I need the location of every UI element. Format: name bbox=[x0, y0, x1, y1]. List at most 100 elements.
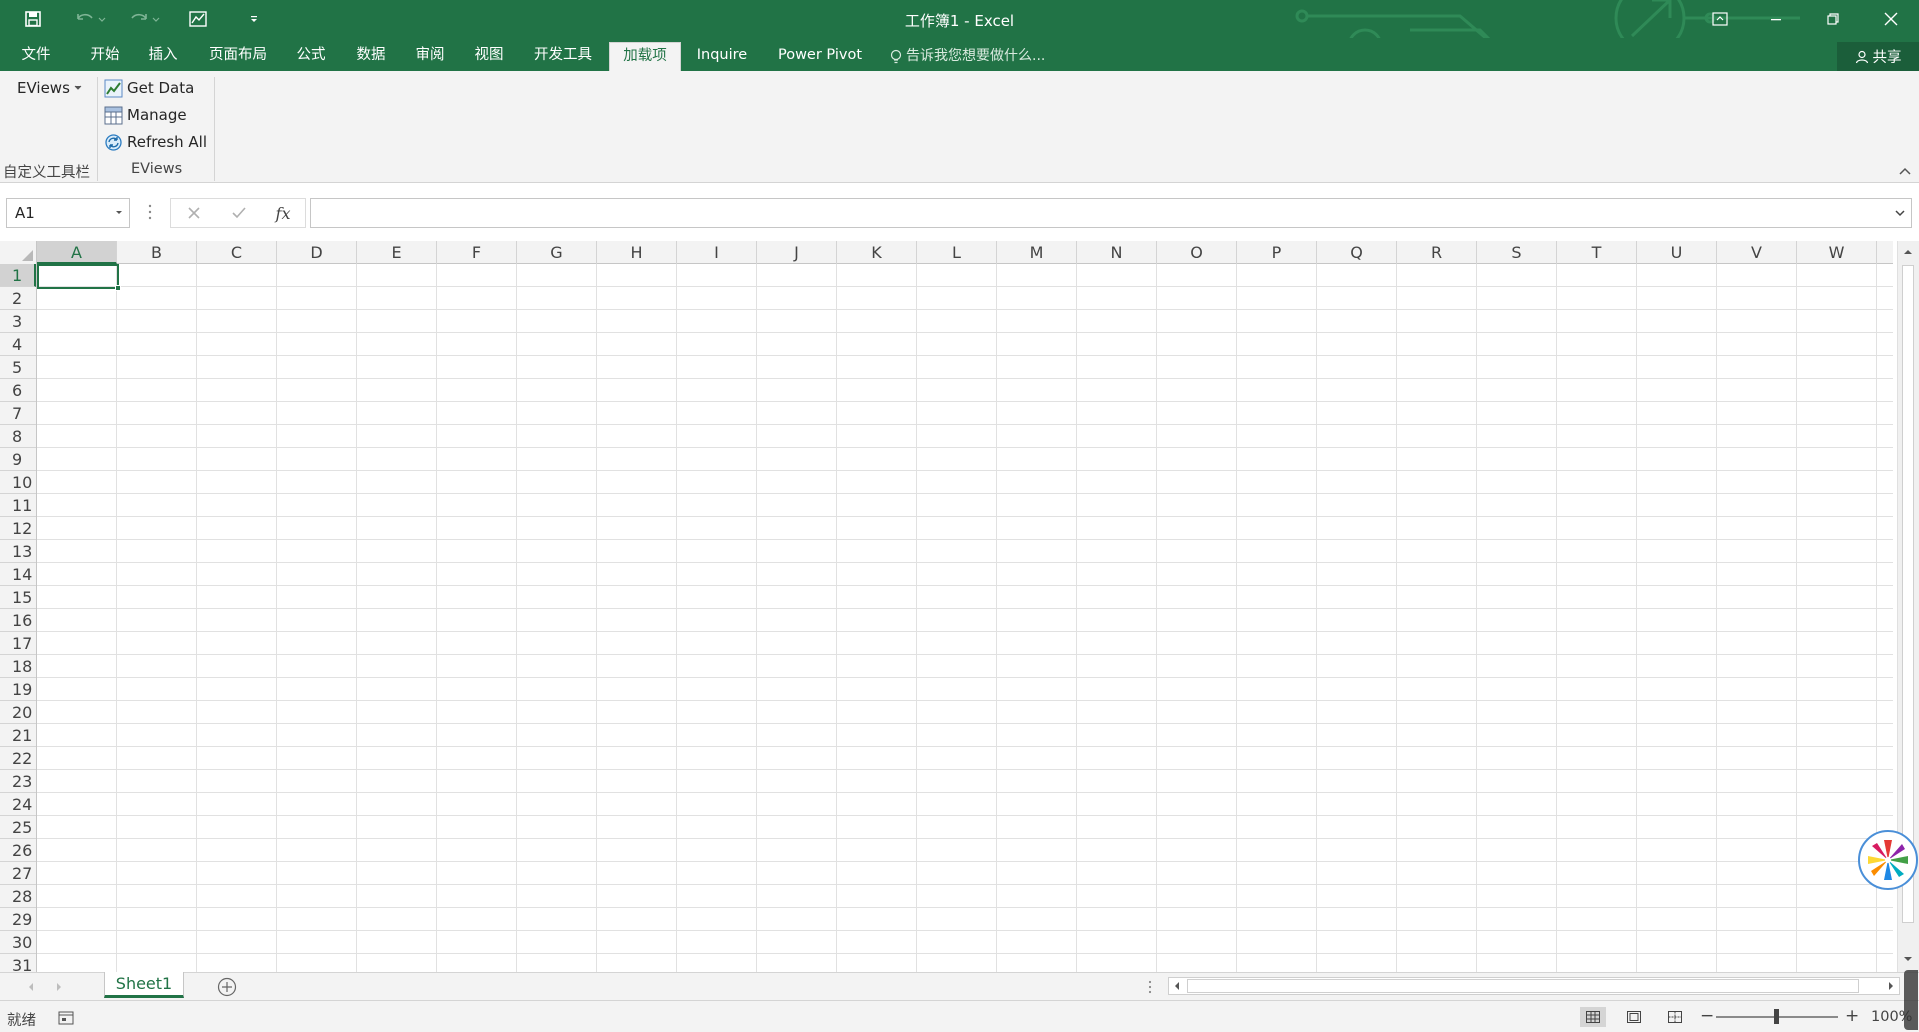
row-header[interactable]: 3 bbox=[0, 310, 36, 333]
column-header[interactable]: H bbox=[597, 241, 677, 264]
row-header[interactable]: 6 bbox=[0, 379, 36, 402]
horizontal-scroll-thumb[interactable] bbox=[1187, 979, 1859, 993]
select-all-button[interactable] bbox=[0, 241, 37, 264]
eviews-menu-button[interactable]: EViews bbox=[17, 75, 82, 101]
row-header[interactable]: 25 bbox=[0, 816, 36, 839]
collapse-ribbon-icon[interactable] bbox=[1897, 163, 1913, 179]
scroll-down-icon[interactable] bbox=[1903, 954, 1913, 964]
column-header[interactable]: M bbox=[997, 241, 1077, 264]
scroll-left-icon[interactable] bbox=[1172, 981, 1182, 991]
row-header[interactable]: 19 bbox=[0, 678, 36, 701]
row-header[interactable]: 24 bbox=[0, 793, 36, 816]
column-header[interactable]: K bbox=[837, 241, 917, 264]
row-header[interactable]: 27 bbox=[0, 862, 36, 885]
column-header[interactable]: Q bbox=[1317, 241, 1397, 264]
column-header[interactable]: F bbox=[437, 241, 517, 264]
save-button[interactable] bbox=[20, 6, 46, 32]
minimize-button[interactable] bbox=[1753, 0, 1799, 38]
row-header[interactable]: 29 bbox=[0, 908, 36, 931]
refresh-all-button[interactable]: Refresh All bbox=[104, 129, 207, 155]
tab-add-ins[interactable]: 加载项 bbox=[609, 42, 681, 71]
column-header[interactable]: E bbox=[357, 241, 437, 264]
zoom-out-button[interactable]: − bbox=[1700, 1008, 1714, 1025]
column-header[interactable]: D bbox=[277, 241, 357, 264]
cells-area[interactable] bbox=[37, 264, 1893, 972]
column-header[interactable]: P bbox=[1237, 241, 1317, 264]
column-header[interactable]: W bbox=[1797, 241, 1877, 264]
row-header[interactable]: 17 bbox=[0, 632, 36, 655]
cancel-icon[interactable] bbox=[186, 205, 202, 221]
row-header[interactable]: 12 bbox=[0, 517, 36, 540]
column-header[interactable]: U bbox=[1637, 241, 1717, 264]
active-cell-a1[interactable] bbox=[37, 264, 121, 291]
scroll-up-icon[interactable] bbox=[1903, 247, 1913, 257]
chart-button[interactable] bbox=[186, 6, 210, 32]
scroll-right-icon[interactable] bbox=[1886, 981, 1896, 991]
column-header[interactable]: I bbox=[677, 241, 757, 264]
tell-me-search[interactable]: 告诉我您想要做什么... bbox=[890, 42, 1045, 71]
tab-insert[interactable]: 插入 bbox=[138, 42, 188, 71]
row-header[interactable]: 31 bbox=[0, 954, 36, 972]
tab-inquire[interactable]: Inquire bbox=[690, 42, 754, 71]
next-sheet-icon[interactable] bbox=[52, 980, 66, 994]
row-header[interactable]: 9 bbox=[0, 448, 36, 471]
vertical-scroll-thumb[interactable] bbox=[1902, 265, 1914, 923]
column-header[interactable]: V bbox=[1717, 241, 1797, 264]
column-header[interactable]: B bbox=[117, 241, 197, 264]
redo-button[interactable] bbox=[124, 6, 164, 32]
row-header[interactable]: 22 bbox=[0, 747, 36, 770]
customize-qat-button[interactable] bbox=[244, 6, 264, 32]
tab-file[interactable]: 文件 bbox=[14, 42, 58, 71]
tab-developer[interactable]: 开发工具 bbox=[525, 42, 601, 71]
row-header[interactable]: 26 bbox=[0, 839, 36, 862]
row-header[interactable]: 10 bbox=[0, 471, 36, 494]
tab-data[interactable]: 数据 bbox=[346, 42, 396, 71]
column-header[interactable]: G bbox=[517, 241, 597, 264]
close-button[interactable] bbox=[1868, 0, 1914, 38]
row-header[interactable]: 18 bbox=[0, 655, 36, 678]
row-header[interactable]: 14 bbox=[0, 563, 36, 586]
column-header[interactable]: J bbox=[757, 241, 837, 264]
page-break-view-button[interactable] bbox=[1662, 1007, 1688, 1027]
share-button[interactable]: 共享 bbox=[1837, 42, 1919, 71]
row-header[interactable]: 20 bbox=[0, 701, 36, 724]
tab-page-layout[interactable]: 页面布局 bbox=[200, 42, 276, 71]
row-header[interactable]: 13 bbox=[0, 540, 36, 563]
column-header[interactable]: R bbox=[1397, 241, 1477, 264]
restore-button[interactable] bbox=[1810, 0, 1856, 38]
row-header[interactable]: 1 bbox=[0, 264, 36, 287]
row-header[interactable]: 15 bbox=[0, 586, 36, 609]
horizontal-scrollbar[interactable] bbox=[1168, 977, 1900, 995]
row-header[interactable]: 5 bbox=[0, 356, 36, 379]
row-header[interactable]: 2 bbox=[0, 287, 36, 310]
tab-formulas[interactable]: 公式 bbox=[286, 42, 336, 71]
row-header[interactable]: 30 bbox=[0, 931, 36, 954]
column-header[interactable]: N bbox=[1077, 241, 1157, 264]
column-header[interactable]: A bbox=[37, 241, 117, 264]
name-box[interactable]: A1 bbox=[6, 198, 130, 228]
tab-view[interactable]: 视图 bbox=[464, 42, 514, 71]
tab-review[interactable]: 审阅 bbox=[405, 42, 455, 71]
get-data-button[interactable]: Get Data bbox=[104, 75, 194, 101]
expand-formula-bar-icon[interactable] bbox=[1894, 208, 1906, 218]
zoom-in-button[interactable]: + bbox=[1845, 1008, 1859, 1025]
enter-checkmark-icon[interactable] bbox=[231, 205, 247, 221]
row-header[interactable]: 23 bbox=[0, 770, 36, 793]
ribbon-display-options-button[interactable] bbox=[1697, 0, 1743, 38]
row-header[interactable]: 28 bbox=[0, 885, 36, 908]
formula-input[interactable] bbox=[310, 198, 1912, 228]
tab-home[interactable]: 开始 bbox=[80, 42, 130, 71]
insert-function-button[interactable]: fx bbox=[276, 204, 291, 223]
macro-recording-icon[interactable] bbox=[58, 1011, 74, 1025]
column-header[interactable]: L bbox=[917, 241, 997, 264]
undo-button[interactable] bbox=[72, 6, 108, 32]
tab-power-pivot[interactable]: Power Pivot bbox=[770, 42, 870, 71]
row-header[interactable]: 7 bbox=[0, 402, 36, 425]
previous-sheet-icon[interactable] bbox=[24, 980, 38, 994]
manage-button[interactable]: Manage bbox=[104, 102, 187, 128]
column-header[interactable]: S bbox=[1477, 241, 1557, 264]
add-sheet-icon[interactable] bbox=[217, 977, 237, 997]
assistant-widget-icon[interactable] bbox=[1858, 830, 1918, 890]
row-header[interactable]: 4 bbox=[0, 333, 36, 356]
column-header[interactable]: T bbox=[1557, 241, 1637, 264]
